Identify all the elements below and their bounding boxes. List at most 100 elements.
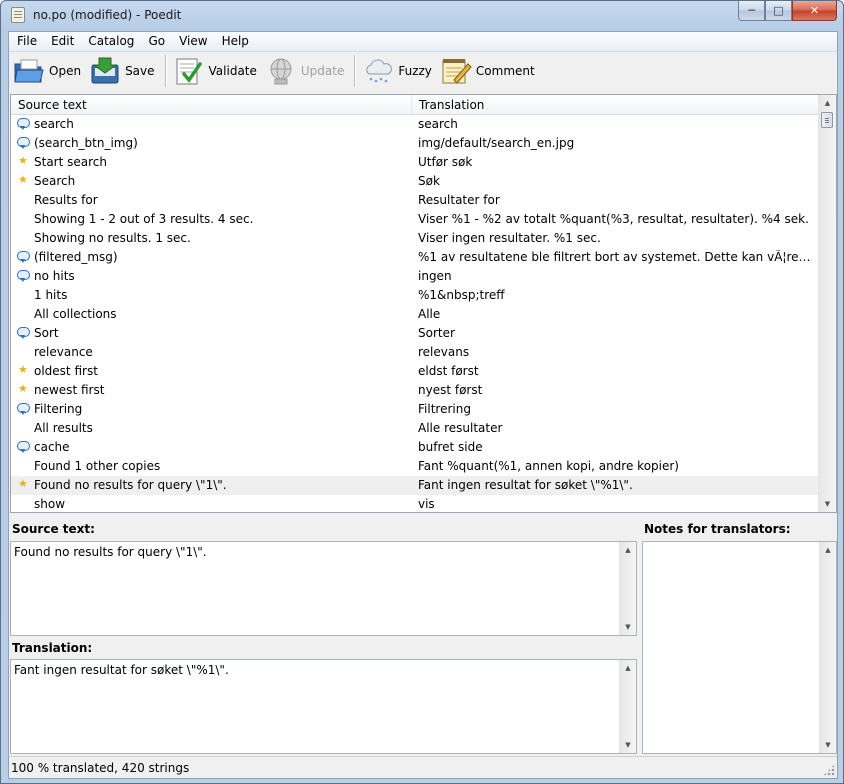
- column-header-translation[interactable]: Translation: [412, 95, 818, 115]
- row-translation-text: Søk: [418, 174, 440, 188]
- row-translation-text: %1&nbsp;treff: [418, 288, 505, 302]
- row-source-text: Start search: [34, 155, 107, 169]
- row-source-text: newest first: [34, 383, 105, 397]
- row-source-text: Showing no results. 1 sec.: [34, 231, 191, 245]
- client-area: File Edit Catalog Go View Help Open Save: [8, 31, 838, 779]
- table-row[interactable]: search search: [11, 115, 818, 134]
- row-icon-slot: [17, 498, 31, 511]
- scroll-up-arrow-icon[interactable]: ▲: [820, 542, 836, 558]
- table-row[interactable]: Results for Resultater for: [11, 191, 818, 210]
- menu-help[interactable]: Help: [215, 32, 256, 52]
- window-controls: ─ □ ✕: [738, 1, 837, 21]
- table-row[interactable]: ★ oldest first eldst først: [11, 362, 818, 381]
- table-row[interactable]: 1 hits %1&nbsp;treff: [11, 286, 818, 305]
- table-row[interactable]: relevance relevans: [11, 343, 818, 362]
- row-translation-text: vis: [418, 497, 435, 511]
- menu-catalog[interactable]: Catalog: [81, 32, 141, 52]
- menu-edit[interactable]: Edit: [44, 32, 81, 52]
- scroll-up-arrow-icon[interactable]: ▲: [819, 95, 836, 111]
- table-row[interactable]: ★ Start search Utfør søk: [11, 153, 818, 172]
- table-row[interactable]: Found 1 other copies Fant %quant(%1, anne…: [11, 457, 818, 476]
- table-row[interactable]: cache bufret side: [11, 438, 818, 457]
- notes-scrollbar[interactable]: ▲ ▼: [819, 542, 836, 753]
- table-row[interactable]: All collections Alle: [11, 305, 818, 324]
- notes-text-box[interactable]: ▲ ▼: [642, 541, 837, 754]
- minimize-button[interactable]: ─: [738, 1, 765, 21]
- list-header: Source text Translation: [11, 95, 818, 115]
- table-row[interactable]: no hits ingen: [11, 267, 818, 286]
- scroll-down-arrow-icon[interactable]: ▼: [820, 737, 836, 753]
- table-row[interactable]: ★ Search Søk: [11, 172, 818, 191]
- column-header-source[interactable]: Source text: [11, 95, 412, 115]
- validate-button[interactable]: Validate: [171, 54, 263, 88]
- title-bar[interactable]: no.po (modified) - Poedit ─ □ ✕: [1, 1, 843, 31]
- app-icon[interactable]: [11, 7, 25, 23]
- row-icon-slot: [17, 346, 31, 359]
- scroll-down-arrow-icon[interactable]: ▼: [819, 496, 836, 512]
- strings-list[interactable]: Source text Translation search search (sea…: [10, 94, 837, 513]
- table-row[interactable]: Showing 1 - 2 out of 3 results. 4 sec. Vi…: [11, 210, 818, 229]
- row-source-text: All collections: [34, 307, 117, 321]
- save-button[interactable]: Save: [87, 54, 160, 88]
- row-translation-text: %1 av resultatene ble filtrert bort av s…: [418, 250, 814, 264]
- menu-file[interactable]: File: [10, 32, 44, 52]
- menu-view[interactable]: View: [172, 32, 214, 52]
- update-globe-icon: [265, 56, 297, 86]
- row-source-text: (search_btn_img): [34, 136, 138, 150]
- table-row[interactable]: Sort Sorter: [11, 324, 818, 343]
- scroll-up-arrow-icon[interactable]: ▲: [620, 542, 636, 558]
- scroll-up-arrow-icon[interactable]: ▲: [620, 660, 636, 676]
- menu-go[interactable]: Go: [141, 32, 172, 52]
- translation-label: Translation:: [12, 641, 93, 655]
- validate-label: Validate: [208, 64, 257, 78]
- table-row[interactable]: show vis: [11, 495, 818, 512]
- comment-icon: [17, 327, 31, 340]
- row-translation-text: eldst først: [418, 364, 479, 378]
- resize-grip-icon[interactable]: [823, 764, 835, 776]
- table-row[interactable]: All results Alle resultater: [11, 419, 818, 438]
- source-text-value: Found no results for query \"1\".: [14, 545, 207, 559]
- source-text-box[interactable]: Found no results for query \"1\". ▲ ▼: [10, 541, 637, 636]
- table-row[interactable]: Showing no results. 1 sec. Viser ingen re…: [11, 229, 818, 248]
- translation-text-box[interactable]: Fant ingen resultat for søket \"%1\". ▲ …: [10, 659, 637, 754]
- row-source-text: (filtered_msg): [34, 250, 118, 264]
- translation-scrollbar[interactable]: ▲ ▼: [619, 660, 636, 753]
- comment-notepad-icon: [440, 56, 472, 86]
- table-row[interactable]: ★ Found no results for query \"1\". Fant i…: [11, 476, 818, 495]
- star-icon: ★: [18, 363, 28, 376]
- maximize-button[interactable]: □: [765, 1, 792, 21]
- row-source-text: Search: [34, 174, 76, 188]
- status-bar: 100 % translated, 420 strings: [9, 756, 837, 778]
- row-translation-text: bufret side: [418, 440, 483, 454]
- scroll-down-arrow-icon[interactable]: ▼: [620, 619, 636, 635]
- scroll-down-arrow-icon[interactable]: ▼: [620, 737, 636, 753]
- list-scrollbar[interactable]: ▲ ▼: [818, 95, 836, 512]
- comment-button[interactable]: Comment: [438, 54, 541, 88]
- open-button[interactable]: Open: [11, 54, 87, 88]
- row-translation-text: ingen: [418, 269, 452, 283]
- row-translation-text: Filtrering: [418, 402, 471, 416]
- app-window: no.po (modified) - Poedit ─ □ ✕ File Edi…: [0, 0, 844, 784]
- status-text: 100 % translated, 420 strings: [11, 761, 190, 775]
- table-row[interactable]: (search_btn_img) img/default/search_en.jp…: [11, 134, 818, 153]
- toolbar: Open Save Validate Update Fuzzy Comment: [9, 52, 837, 90]
- table-row[interactable]: (filtered_msg) %1 av resultatene ble filt…: [11, 248, 818, 267]
- row-translation-text: Fant ingen resultat for søket \"%1\".: [418, 478, 633, 492]
- fuzzy-button[interactable]: Fuzzy: [360, 54, 438, 88]
- close-button[interactable]: ✕: [792, 1, 837, 21]
- table-row[interactable]: Filtering Filtrering: [11, 400, 818, 419]
- row-source-text: relevance: [34, 345, 93, 359]
- comment-icon: [17, 403, 31, 416]
- source-scrollbar[interactable]: ▲ ▼: [619, 542, 636, 635]
- row-source-text: 1 hits: [34, 288, 68, 302]
- update-button[interactable]: Update: [263, 54, 350, 88]
- row-source-text: Found 1 other copies: [34, 459, 161, 473]
- table-row[interactable]: ★ newest first nyest først: [11, 381, 818, 400]
- comment-icon: [17, 441, 31, 454]
- row-icon-slot: [17, 194, 31, 207]
- star-icon: ★: [18, 382, 28, 395]
- row-source-text: cache: [34, 440, 70, 454]
- source-text-label: Source text:: [12, 522, 95, 536]
- save-label: Save: [125, 64, 155, 78]
- list-scroll-thumb[interactable]: [821, 112, 833, 128]
